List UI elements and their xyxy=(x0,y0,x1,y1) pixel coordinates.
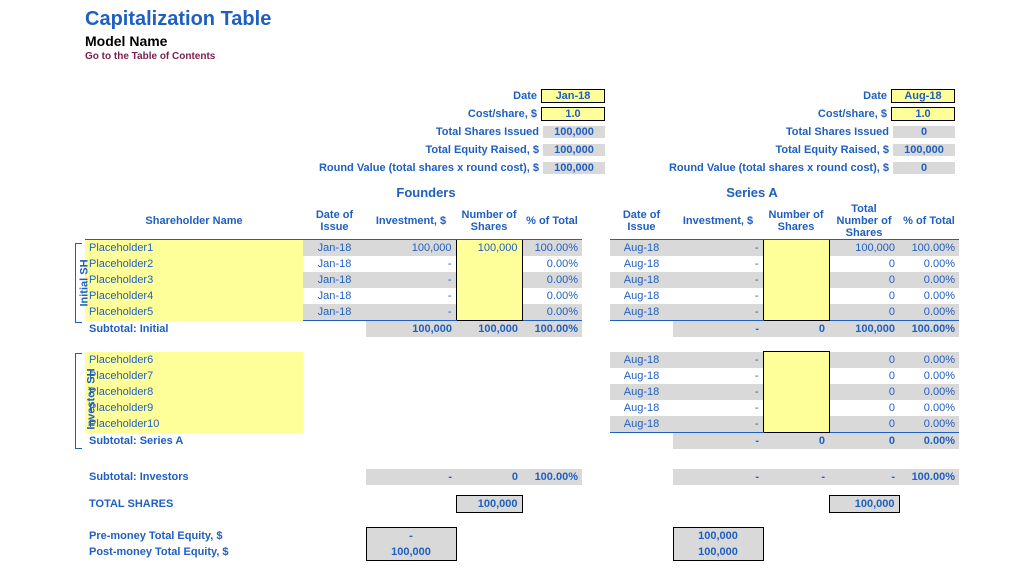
col-date-f: Date of Issue xyxy=(303,203,366,240)
table-row: Placeholder9 Aug-18-00.00% xyxy=(85,400,959,416)
col-date-a: Date of Issue xyxy=(610,203,673,240)
table-row: Placeholder7 Aug-18-00.00% xyxy=(85,368,959,384)
post-money-row: Post-money Total Equity, $ 100,000 100,0… xyxy=(85,544,959,561)
label-equity: Total Equity Raised, $ xyxy=(426,144,544,156)
seriesa-summary: DateAug-18 Cost/share, $1.0 Total Shares… xyxy=(645,87,955,177)
table-row: Placeholder3 Jan-18-0.00% Aug-18-00.00% xyxy=(85,272,959,288)
founders-round: 100,000 xyxy=(543,162,605,174)
cap-table-document: Capitalization Table Model Name Go to th… xyxy=(0,0,1024,581)
founders-cost[interactable]: 1.0 xyxy=(541,107,605,121)
seriesa-cost[interactable]: 1.0 xyxy=(891,107,955,121)
founders-header: Founders xyxy=(295,183,557,203)
subtotal-initial: Subtotal: Initial 100,000100,000100.00% … xyxy=(85,321,959,338)
table-row: Placeholder4 Jan-18-0.00% Aug-18-00.00% xyxy=(85,288,959,304)
label-shares: Total Shares Issued xyxy=(436,126,543,138)
label-round: Round Value (total shares x round cost),… xyxy=(319,162,543,174)
seriesa-equity: 100,000 xyxy=(893,144,955,156)
table-row: Placeholder6 Aug-18-00.00% xyxy=(85,352,959,369)
toc-link[interactable]: Go to the Table of Contents xyxy=(85,51,984,62)
subtotal-investors: Subtotal: Investors -0100.00% ---100.00% xyxy=(85,469,959,485)
col-shareholder: Shareholder Name xyxy=(85,203,303,240)
table-row: Placeholder5 Jan-18-0.00% Aug-18-00.00% xyxy=(85,304,959,321)
col-tot-a: Total Number of Shares xyxy=(829,203,899,240)
pre-money-row: Pre-money Total Equity, $ - 100,000 xyxy=(85,528,959,545)
total-shares-row: TOTAL SHARES 100,000 100,000 xyxy=(85,496,959,513)
seriesa-date[interactable]: Aug-18 xyxy=(891,89,955,103)
founders-shares: 100,000 xyxy=(543,126,605,138)
table-row: Placeholder8 Aug-18-00.00% xyxy=(85,384,959,400)
investor-sh-label: Investor SH xyxy=(86,368,98,429)
founders-equity: 100,000 xyxy=(543,144,605,156)
initial-sh-label: Initial SH xyxy=(79,259,91,306)
table-row: Placeholder2 Jan-18-0.00% Aug-18-00.00% xyxy=(85,256,959,272)
table-row: Placeholder1 Jan-18 100,000 100,000 100.… xyxy=(85,240,959,257)
seriesa-header: Series A xyxy=(587,183,917,203)
col-pct-a: % of Total xyxy=(899,203,959,240)
col-inv-a: Investment, $ xyxy=(673,203,763,240)
cap-table: Shareholder Name Date of Issue Investmen… xyxy=(85,203,959,561)
label-date: Date xyxy=(513,90,541,102)
page-title: Capitalization Table xyxy=(85,8,984,31)
founders-summary: DateJan-18 Cost/share, $1.0 Total Shares… xyxy=(295,87,605,177)
seriesa-shares: 0 xyxy=(893,126,955,138)
model-name: Model Name xyxy=(85,33,984,49)
seriesa-round: 0 xyxy=(893,162,955,174)
col-shares-a: Number of Shares xyxy=(763,203,829,240)
table-row: Placeholder10 Aug-18-00.00% xyxy=(85,416,959,433)
col-pct-f: % of Total xyxy=(522,203,582,240)
label-cost: Cost/share, $ xyxy=(468,108,541,120)
subtotal-seriesa: Subtotal: Series A -000.00% xyxy=(85,433,959,450)
summary-row: DateJan-18 Cost/share, $1.0 Total Shares… xyxy=(85,87,984,177)
founders-date[interactable]: Jan-18 xyxy=(541,89,605,103)
col-shares-f: Number of Shares xyxy=(456,203,522,240)
col-inv-f: Investment, $ xyxy=(366,203,456,240)
